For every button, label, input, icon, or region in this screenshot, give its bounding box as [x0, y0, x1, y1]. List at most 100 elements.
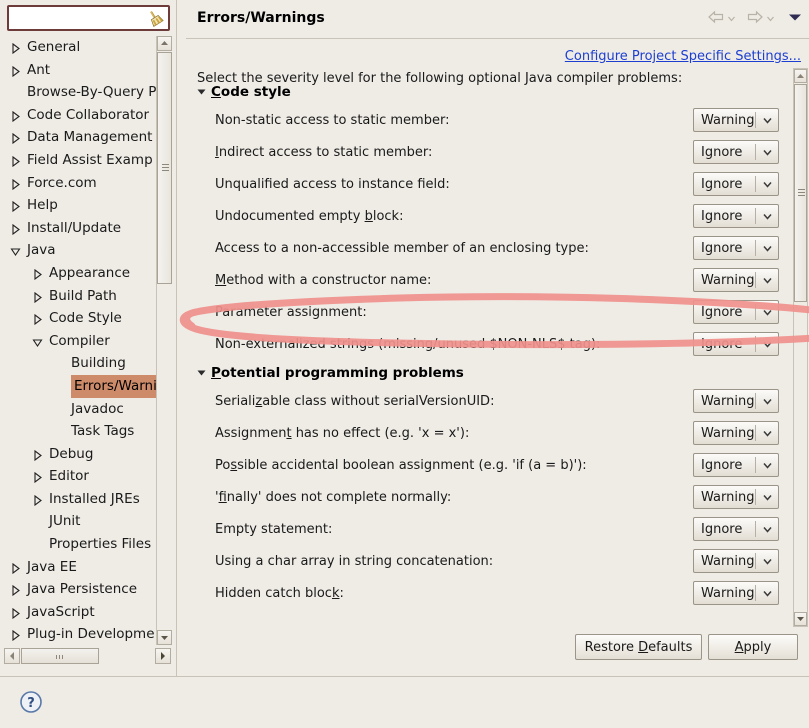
twisty-collapsed-icon[interactable]	[10, 217, 22, 240]
tree-scroll-up-button[interactable]	[157, 36, 172, 51]
chevron-down-icon[interactable]	[756, 556, 778, 567]
tree-hscrollbar-thumb[interactable]	[21, 648, 99, 664]
tree-item-javadoc[interactable]: Javadoc	[0, 398, 168, 421]
chevron-down-icon[interactable]	[756, 396, 778, 407]
chevron-down-icon[interactable]	[756, 492, 778, 503]
restore-defaults-button[interactable]: Restore Defaults	[575, 634, 702, 660]
section-header-potential-programming-problems[interactable]: Potential programming problems	[197, 365, 464, 381]
severity-combo[interactable]: Ignore	[693, 236, 779, 260]
tree-item-build-path[interactable]: Build Path	[0, 285, 168, 308]
tree-item-field-assist-examp[interactable]: Field Assist Examp	[0, 149, 168, 172]
tree-item-data-management[interactable]: Data Management	[0, 126, 168, 149]
twisty-expanded-icon[interactable]	[10, 239, 22, 262]
tree-item-editor[interactable]: Editor	[0, 465, 168, 488]
severity-combo[interactable]: Ignore	[693, 204, 779, 228]
severity-combo[interactable]: Warning	[693, 549, 779, 573]
triangle-down-icon[interactable]	[197, 365, 206, 381]
tree-item-appearance[interactable]: Appearance	[0, 262, 168, 285]
severity-combo[interactable]: Warning	[693, 389, 779, 413]
chevron-down-icon[interactable]	[756, 243, 778, 254]
tree-scrollbar-thumb[interactable]	[157, 52, 172, 284]
tree-item-junit[interactable]: JUnit	[0, 510, 168, 533]
twisty-collapsed-icon[interactable]	[10, 36, 22, 59]
tree-item-general[interactable]: General	[0, 36, 168, 59]
twisty-collapsed-icon[interactable]	[10, 601, 22, 624]
tree-item-building[interactable]: Building	[0, 352, 168, 375]
twisty-collapsed-icon[interactable]	[10, 194, 22, 217]
severity-combo[interactable]: Ignore	[693, 517, 779, 541]
filter-field-wrapper[interactable]	[7, 5, 170, 31]
twisty-collapsed-icon[interactable]	[32, 488, 44, 511]
tree-item-installed-jres[interactable]: Installed JREs	[0, 488, 168, 511]
severity-combo[interactable]: Ignore	[693, 453, 779, 477]
twisty-collapsed-icon[interactable]	[32, 443, 44, 466]
preferences-tree[interactable]: General Ant Browse-By-Query P Code Collabor…	[0, 36, 168, 645]
settings-scrollbar-thumb[interactable]	[794, 84, 807, 302]
tree-item-compiler[interactable]: Compiler	[0, 330, 168, 353]
tree-item-javascript[interactable]: JavaScript	[0, 601, 168, 624]
apply-button[interactable]: Apply	[708, 634, 798, 660]
severity-combo[interactable]: Warning	[693, 108, 779, 132]
tree-item-install-update[interactable]: Install/Update	[0, 217, 168, 240]
tree-horizontal-scrollbar[interactable]	[4, 648, 171, 664]
tree-item-java[interactable]: Java	[0, 239, 168, 262]
severity-combo[interactable]: Warning	[693, 581, 779, 605]
tree-item-code-collaborator[interactable]: Code Collaborator	[0, 104, 168, 127]
tree-item-force-com[interactable]: Force.com	[0, 172, 168, 195]
tree-item-code-style[interactable]: Code Style	[0, 307, 168, 330]
broom-icon[interactable]	[145, 9, 165, 28]
chevron-down-icon[interactable]	[756, 460, 778, 471]
forward-button[interactable]	[745, 9, 775, 29]
chevron-down-icon[interactable]	[727, 12, 736, 27]
panel-splitter[interactable]	[176, 0, 177, 676]
settings-scroll-down-button[interactable]	[794, 612, 807, 626]
view-menu-button[interactable]	[787, 11, 803, 27]
chevron-down-icon[interactable]	[756, 179, 778, 190]
tree-item-plug-in-developme[interactable]: Plug-in Developme	[0, 623, 168, 645]
tree-item-java-persistence[interactable]: Java Persistence	[0, 578, 168, 601]
twisty-collapsed-icon[interactable]	[32, 465, 44, 488]
twisty-collapsed-icon[interactable]	[10, 104, 22, 127]
back-button[interactable]	[706, 9, 736, 29]
chevron-down-icon[interactable]	[756, 275, 778, 286]
tree-item-help[interactable]: Help	[0, 194, 168, 217]
twisty-collapsed-icon[interactable]	[10, 172, 22, 195]
chevron-down-icon[interactable]	[756, 147, 778, 158]
twisty-collapsed-icon[interactable]	[10, 149, 22, 172]
chevron-down-icon[interactable]	[756, 211, 778, 222]
help-question-icon[interactable]: ?	[19, 690, 43, 718]
twisty-collapsed-icon[interactable]	[10, 556, 22, 579]
severity-combo[interactable]: Warning	[693, 268, 779, 292]
tree-item-errors-warnin[interactable]: Errors/Warnin	[0, 374, 168, 398]
severity-combo[interactable]: Warning	[693, 485, 779, 509]
chevron-down-icon[interactable]	[756, 588, 778, 599]
twisty-collapsed-icon[interactable]	[10, 59, 22, 82]
tree-item-browse-by-query-p[interactable]: Browse-By-Query P	[0, 81, 168, 104]
twisty-collapsed-icon[interactable]	[32, 262, 44, 285]
twisty-collapsed-icon[interactable]	[32, 285, 44, 308]
triangle-down-icon[interactable]	[197, 84, 206, 100]
twisty-expanded-icon[interactable]	[32, 330, 44, 353]
severity-combo[interactable]: Ignore	[693, 332, 779, 356]
tree-scroll-right-button[interactable]	[155, 648, 171, 664]
chevron-down-icon[interactable]	[756, 339, 778, 350]
tree-scroll-down-button[interactable]	[157, 630, 172, 645]
twisty-collapsed-icon[interactable]	[10, 578, 22, 601]
tree-item-java-ee[interactable]: Java EE	[0, 556, 168, 579]
settings-scroll-up-button[interactable]	[794, 69, 807, 83]
twisty-collapsed-icon[interactable]	[10, 126, 22, 149]
severity-combo[interactable]: Ignore	[693, 172, 779, 196]
section-header-code-style[interactable]: Code style	[197, 84, 291, 100]
chevron-down-icon[interactable]	[766, 12, 775, 27]
severity-combo[interactable]: Warning	[693, 421, 779, 445]
settings-vertical-scrollbar[interactable]	[793, 68, 808, 627]
chevron-down-icon[interactable]	[756, 115, 778, 126]
twisty-collapsed-icon[interactable]	[10, 623, 22, 645]
tree-item-task-tags[interactable]: Task Tags	[0, 420, 168, 443]
configure-project-specific-settings-link[interactable]: Configure Project Specific Settings...	[565, 49, 801, 64]
twisty-collapsed-icon[interactable]	[32, 307, 44, 330]
chevron-down-icon[interactable]	[756, 428, 778, 439]
tree-item-ant[interactable]: Ant	[0, 59, 168, 82]
severity-combo[interactable]: Ignore	[693, 300, 779, 324]
tree-vertical-scrollbar[interactable]	[156, 36, 172, 645]
